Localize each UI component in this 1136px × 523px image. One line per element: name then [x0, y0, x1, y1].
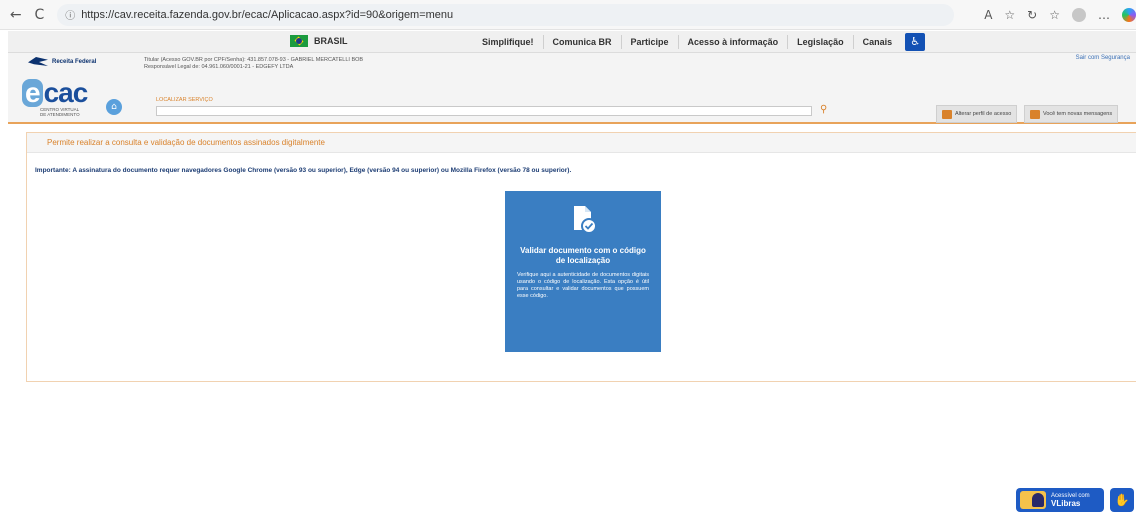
- accessibility-icon[interactable]: ♿: [905, 33, 926, 51]
- favorites-icon[interactable]: ☆: [1049, 8, 1060, 22]
- main-content: Permite realizar a consulta e validação …: [26, 132, 1136, 382]
- gov-link-legislacao[interactable]: Legislação: [788, 35, 854, 49]
- back-icon[interactable]: ←: [8, 7, 24, 23]
- gov-link-comunica-br[interactable]: Comunica BR: [544, 35, 622, 49]
- brasil-label: BRASIL: [314, 36, 348, 46]
- profile-avatar[interactable]: [1072, 7, 1086, 22]
- search-input[interactable]: [156, 106, 812, 116]
- vlibras-widget[interactable]: Acessível com VLibras: [1016, 488, 1104, 512]
- favorite-icon[interactable]: ☆: [1004, 8, 1015, 22]
- card-description: Verifique aqui a autenticidade de docume…: [517, 272, 649, 299]
- document-check-icon: [574, 206, 597, 234]
- change-profile-button[interactable]: Alterar perfil de acesso: [936, 105, 1018, 123]
- browser-requirement-notice: Importante: A assinatura do documento re…: [35, 167, 572, 174]
- search-icon[interactable]: ⚲: [820, 104, 832, 116]
- copilot-icon[interactable]: [1122, 7, 1136, 22]
- read-aloud-icon[interactable]: A: [984, 8, 992, 22]
- messages-button[interactable]: Você tem novas mensagens: [1024, 105, 1119, 123]
- gov-links: Simplifique! Comunica BR Participe Acess…: [473, 31, 926, 53]
- vlibras-hand-icon[interactable]: ✋: [1110, 488, 1134, 512]
- receita-bird-icon: [28, 57, 48, 66]
- responsavel-text: Responsável Legal de: 04.961.060/0001-21…: [144, 64, 294, 70]
- search-label: LOCALIZAR SERVIÇO: [156, 97, 213, 103]
- users-icon: [942, 109, 952, 119]
- ecac-logo[interactable]: e cac CENTRO VIRTUAL DE ATENDIMENTO: [22, 79, 94, 123]
- gov-link-acesso-informacao[interactable]: Acesso à informação: [679, 35, 789, 49]
- page-title: Permite realizar a consulta e validação …: [27, 133, 1136, 153]
- gov-link-canais[interactable]: Canais: [854, 35, 902, 49]
- gov-link-participe[interactable]: Participe: [622, 35, 679, 49]
- brazil-flag-icon: [290, 35, 308, 47]
- browser-toolbar: ← C ⓘ https://cav.receita.fazenda.gov.br…: [0, 0, 1136, 30]
- gov-link-simplifique[interactable]: Simplifique!: [473, 35, 544, 49]
- reload-icon[interactable]: C: [32, 7, 48, 23]
- brasil-link[interactable]: BRASIL: [290, 35, 348, 47]
- mail-icon: [1030, 109, 1040, 119]
- receita-federal-logo: Receita Federal: [28, 57, 96, 66]
- site-info-icon[interactable]: ⓘ: [65, 7, 75, 22]
- refresh-icon[interactable]: ↻: [1027, 8, 1037, 22]
- address-bar[interactable]: ⓘ https://cav.receita.fazenda.gov.br/eca…: [57, 3, 955, 26]
- vlibras-line2: VLibras: [1051, 498, 1081, 508]
- titular-text: Titular (Acesso GOV.BR por CPF/Senha): 4…: [144, 57, 364, 63]
- browser-actions: A ☆ ↻ ☆ …: [984, 7, 1136, 22]
- home-icon[interactable]: ⌂: [106, 99, 122, 115]
- vlibras-avatar-icon: [1020, 491, 1046, 509]
- url-text: https://cav.receita.fazenda.gov.br/ecac/…: [81, 8, 454, 21]
- validate-document-card[interactable]: Validar documento com o código de locali…: [505, 191, 661, 352]
- user-info: Titular (Acesso GOV.BR por CPF/Senha): 4…: [144, 57, 363, 71]
- more-icon[interactable]: …: [1098, 8, 1110, 22]
- ecac-header: Receita Federal Titular (Acesso GOV.BR p…: [8, 53, 1136, 124]
- gov-bar: BRASIL Simplifique! Comunica BR Particip…: [8, 31, 1136, 53]
- logout-link[interactable]: Sair com Segurança: [1076, 55, 1130, 61]
- card-title: Validar documento com o código de locali…: [520, 246, 646, 265]
